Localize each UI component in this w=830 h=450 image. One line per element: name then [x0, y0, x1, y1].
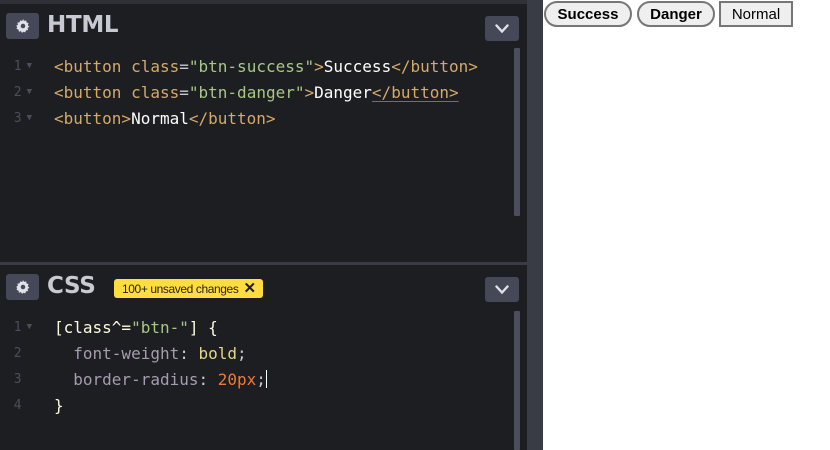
chevron-down-icon	[495, 284, 509, 294]
result-preview: Success Danger Normal	[543, 0, 830, 450]
line-number: 2▼	[13, 346, 22, 361]
css-panel-title: CSS	[47, 273, 96, 299]
line-number: 1 ▼	[13, 320, 32, 335]
line-number: 3▼	[13, 372, 22, 387]
html-code-editor[interactable]: 1 ▼ <button class="btn-success">Success</…	[0, 48, 527, 262]
editor-pane: HTML 1 ▼ <button class="btn-success">Succ…	[0, 0, 543, 450]
chevron-down-icon	[495, 23, 509, 33]
css-scrollbar[interactable]	[514, 311, 520, 450]
preview-danger-button[interactable]: Danger	[637, 1, 715, 27]
html-collapse-button[interactable]	[485, 16, 519, 41]
code-line: 2▼ font-weight: bold;	[0, 341, 514, 367]
text-caret	[265, 370, 267, 388]
vertical-resize-handle[interactable]	[527, 0, 543, 450]
html-panel-title: HTML	[47, 12, 119, 38]
line-number: 3▼	[13, 111, 32, 126]
css-code-editor[interactable]: 1▼ [class^="btn-"] { 2▼ font-weight: bol…	[0, 309, 527, 450]
code-line: 4▼ }	[0, 393, 514, 419]
code-line: 2 ▼ <button class="btn-danger">Danger</bu…	[0, 80, 514, 106]
css-panel-header: CSS 100+ unsaved changes ✕	[0, 265, 527, 309]
fold-arrow-icon[interactable]: ▼	[27, 113, 32, 123]
css-collapse-button[interactable]	[485, 277, 519, 302]
close-icon[interactable]: ✕	[243, 281, 256, 296]
html-settings-button[interactable]	[6, 13, 39, 39]
code-line: 3 ▼ <button>Normal</button>	[0, 106, 514, 132]
html-scrollbar[interactable]	[514, 48, 520, 216]
css-settings-button[interactable]	[6, 274, 39, 300]
fold-arrow-icon[interactable]: ▼	[27, 322, 32, 332]
code-line: 1 ▼ <button class="btn-success">Success</…	[0, 54, 514, 80]
unsaved-changes-badge[interactable]: 100+ unsaved changes ✕	[114, 279, 263, 298]
preview-success-button[interactable]: Success	[544, 1, 632, 27]
html-panel-header: HTML	[0, 4, 527, 48]
line-number: 2▼	[13, 85, 32, 100]
code-line: 3▼ border-radius: 20px;	[0, 367, 514, 393]
unsaved-changes-label: 100+ unsaved changes	[122, 281, 239, 296]
gear-icon	[15, 19, 29, 33]
gear-icon	[15, 280, 29, 294]
preview-normal-button[interactable]: Normal	[719, 1, 793, 27]
fold-arrow-icon[interactable]: ▼	[27, 87, 32, 97]
line-number: 4▼	[13, 398, 22, 413]
line-number: 1 ▼	[13, 59, 32, 74]
code-line: 1 ▼ [class^="btn-"] {	[0, 315, 514, 341]
fold-arrow-icon[interactable]: ▼	[27, 61, 32, 71]
